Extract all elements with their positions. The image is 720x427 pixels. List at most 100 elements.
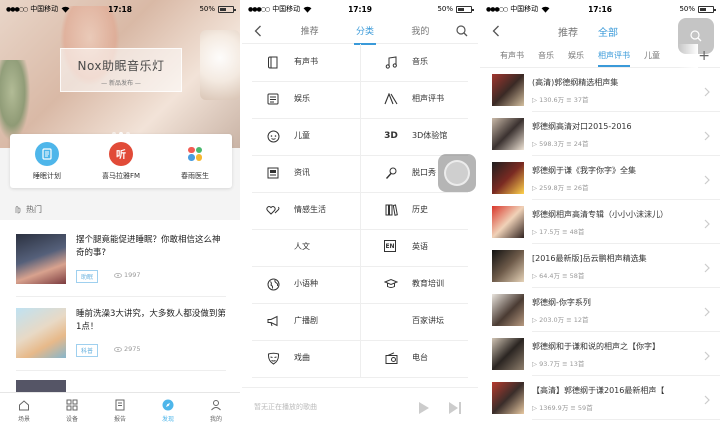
globe-icon (266, 277, 280, 291)
album-cover (492, 162, 524, 194)
article-title: 睡前洗澡3大讲究，大多数人都没做到第1点！ (76, 309, 226, 332)
wifi-icon (303, 6, 312, 13)
tab-discover[interactable]: 发现 (144, 393, 192, 427)
category-item[interactable]: 百家讲坛 (360, 303, 478, 340)
crosstalk-icon (384, 92, 398, 106)
home-icon (17, 398, 31, 412)
subtab-music[interactable]: 音乐 (538, 50, 554, 61)
battery-percent: 50% (679, 5, 695, 13)
carrier-label: 中国移动 (510, 5, 539, 13)
subtab-audiobook[interactable]: 有声书 (500, 50, 524, 61)
quick-link-sleep-plan[interactable]: 睡眠计划 (12, 141, 82, 181)
tab-all[interactable]: 全部 (598, 24, 618, 39)
tab-scenes[interactable]: 场景 (0, 393, 48, 427)
quick-link-ximalaya[interactable]: 听 喜马拉雅FM (86, 141, 156, 181)
quick-link-label: 睡眠计划 (33, 171, 61, 180)
banner-carousel[interactable]: Nox助眠音乐灯 — 新品发布 — (0, 0, 240, 148)
album-cover (492, 250, 524, 282)
divider (16, 370, 226, 371)
search-icon (690, 30, 702, 42)
album-item[interactable]: 郭德纲和于谦和说的相声之【你字】 ▷ 93.7万 ≡ 13首 (480, 332, 720, 376)
track-count: 24首 (573, 140, 589, 148)
album-meta: ▷ 17.5万 ≡ 48首 (532, 226, 584, 236)
radio-icon (384, 351, 398, 365)
discover-icon (161, 398, 175, 412)
quick-link-chunyu[interactable]: 春雨医生 (160, 141, 230, 181)
category-item[interactable]: 小语种 (242, 266, 360, 303)
category-label: 人文 (294, 242, 310, 251)
add-category-button[interactable]: + (698, 48, 710, 64)
category-item[interactable]: 有声书 (242, 44, 360, 81)
subtab-children[interactable]: 儿童 (644, 50, 660, 61)
grid-divider-vertical (360, 44, 361, 377)
album-meta: ▷ 259.8万 ≡ 26首 (532, 182, 589, 192)
track-count-icon: ≡ (564, 96, 574, 104)
album-item[interactable]: 郭德纲于谦《我字你字》全集 ▷ 259.8万 ≡ 26首 (480, 156, 720, 200)
tab-recommend[interactable]: 推荐 (299, 24, 321, 37)
back-button[interactable] (488, 22, 504, 40)
tab-devices[interactable]: 设备 (48, 393, 96, 427)
blank-icon (384, 314, 398, 328)
news-icon (266, 166, 280, 180)
tab-label: 报告 (113, 415, 126, 423)
category-item[interactable]: 人文 (242, 229, 360, 266)
track-count: 26首 (573, 184, 589, 192)
megaphone-icon (266, 314, 280, 328)
category-item[interactable]: 广播剧 (242, 303, 360, 340)
mini-player: 暂无正在播放的歌曲 (242, 387, 478, 427)
category-item[interactable]: 情感生活 (242, 192, 360, 229)
assistive-touch-button[interactable] (438, 154, 476, 192)
category-sub-tabs: 有声书 音乐 娱乐 相声评书 儿童 + (480, 44, 720, 68)
signal-icon: ●●●○○ (6, 5, 28, 13)
category-item[interactable]: 音乐 (360, 44, 478, 81)
article-thumbnail-partial (16, 380, 66, 392)
tab-recommend[interactable]: 推荐 (558, 24, 578, 39)
chevron-right-icon (704, 126, 710, 145)
quick-link-label: 喜马拉雅FM (101, 171, 141, 180)
album-item[interactable]: 郭德纲相声高清专辑（小小小沫沫儿） ▷ 17.5万 ≡ 48首 (480, 200, 720, 244)
category-item[interactable]: 儿童 (242, 118, 360, 155)
next-button[interactable] (448, 400, 462, 419)
search-button[interactable] (454, 22, 470, 40)
chevron-right-icon (704, 346, 710, 365)
album-item[interactable]: [2016最新版]岳云鹏相声精选集 ▷ 64.4万 ≡ 58首 (480, 244, 720, 288)
tab-me[interactable]: 我的 (192, 393, 240, 427)
category-item[interactable]: 3D 3D体验馆 (360, 118, 478, 155)
album-item[interactable]: 郭德纲高清对口2015-2016 ▷ 598.3万 ≡ 24首 (480, 112, 720, 156)
books-icon (384, 203, 398, 217)
status-bar: ●●●○○ 中国移动 17:16 50% (480, 0, 720, 18)
category-item[interactable]: 历史 (360, 192, 478, 229)
banner-title: Nox助眠音乐灯 (77, 59, 165, 73)
category-label: 音乐 (412, 57, 428, 66)
category-item[interactable]: 资讯 (242, 155, 360, 192)
play-button[interactable] (418, 400, 430, 419)
ximalaya-icon: 听 (109, 141, 133, 166)
article-thumbnail (16, 308, 66, 358)
tab-report[interactable]: 报告 (96, 393, 144, 427)
album-meta: ▷ 203.0万 ≡ 12首 (532, 314, 589, 324)
back-button[interactable] (250, 22, 266, 40)
category-item[interactable]: 教育培训 (360, 266, 478, 303)
category-item[interactable]: 戏曲 (242, 340, 360, 377)
subtab-crosstalk[interactable]: 相声评书 (598, 50, 630, 67)
category-item[interactable]: 电台 (360, 340, 478, 377)
tab-category[interactable]: 分类 (353, 24, 377, 45)
album-item[interactable]: 【高清】郭德纲于谦2016最新相声【 ▷ 1369.9万 ≡ 59首 (480, 376, 720, 420)
hot-section-header: 热门 (14, 204, 42, 215)
tab-mine[interactable]: 我的 (409, 24, 431, 37)
chevron-left-icon (492, 25, 499, 37)
album-item[interactable]: (高清)郭德纲精选相声集 ▷ 130.6万 ≡ 37首 (480, 68, 720, 112)
banner-lamp-image (200, 30, 240, 100)
category-item[interactable]: 娱乐 (242, 81, 360, 118)
category-label: 儿童 (294, 131, 310, 140)
category-item[interactable]: EN 英语 (360, 229, 478, 266)
album-list-screen: ●●●○○ 中国移动 17:16 50% 推荐 全部 有声书 音乐 娱乐 相声评… (480, 0, 720, 427)
bottom-tab-bar: 场景 设备 报告 发现 我的 (0, 392, 240, 427)
subtab-entertainment[interactable]: 娱乐 (568, 50, 584, 61)
category-label: 娱乐 (294, 94, 310, 103)
article-item[interactable]: 睡前洗澡3大讲究，大多数人都没做到第1点！ 科普 2975 (16, 308, 226, 364)
category-item[interactable]: 相声评书 (360, 81, 478, 118)
album-item[interactable]: 郭德纲-你字系列 ▷ 203.0万 ≡ 12首 (480, 288, 720, 332)
article-tag: 科普 (76, 344, 99, 357)
article-item[interactable]: 摆个腿竟能促进睡眠？你敢相信这么神奇的事? 助眠 1997 (16, 234, 226, 290)
